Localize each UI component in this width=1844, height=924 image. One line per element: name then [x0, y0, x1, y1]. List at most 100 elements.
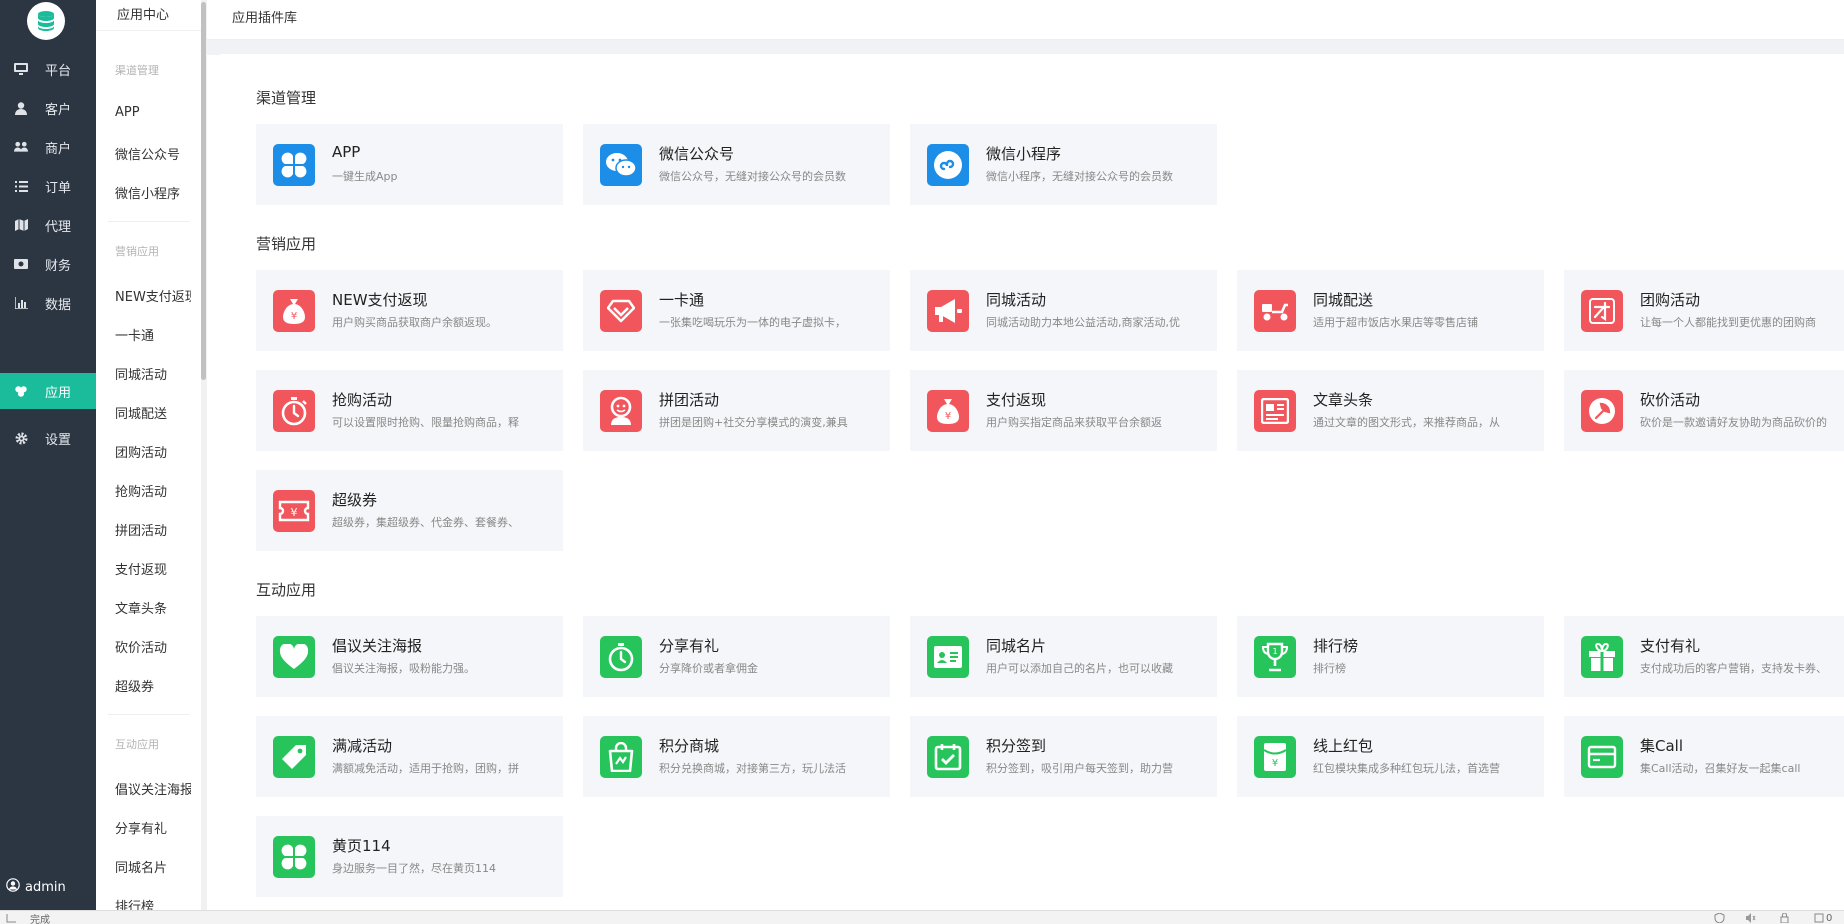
svg-text:¥: ¥	[291, 506, 298, 519]
flash-sale-card[interactable]: 抢购活动 可以设置限时抢购、限量抢购商品，释	[256, 370, 563, 451]
share-gift-card[interactable]: 分享有礼 分享降价或者拿佣金	[583, 616, 890, 697]
pay-gift-card[interactable]: 支付有礼 支付成功后的客户营销，支持发卡券、	[1564, 616, 1844, 697]
follow-poster-card[interactable]: 倡议关注海报 倡议关注海报，吸粉能力强。	[256, 616, 563, 697]
users-icon	[14, 140, 28, 154]
sub-item-new-pay-cashback[interactable]: NEW支付返现	[115, 286, 191, 305]
clover-icon	[273, 836, 315, 878]
divider	[108, 221, 189, 222]
nav-item-data[interactable]: 数据	[0, 285, 96, 321]
user-menu[interactable]: admin	[0, 872, 96, 902]
group-deal-card[interactable]: 拼团活动 拼团是团购+社交分享模式的演变,兼具	[583, 370, 890, 451]
sub-item-group-deal[interactable]: 拼团活动	[115, 520, 191, 539]
card-title: 倡议关注海报	[332, 637, 423, 655]
group-buy-card[interactable]: 团购活动 让每一个人都能找到更优惠的团购商	[1564, 270, 1844, 351]
yellow-pages-card[interactable]: 黄页114 身边服务一目了然，尽在黄页114	[256, 816, 563, 897]
card-desc: 倡议关注海报，吸粉能力强。	[332, 662, 475, 675]
sub-item-pay-cashback[interactable]: 支付返现	[115, 559, 191, 578]
sub-item-bargain[interactable]: 砍价活动	[115, 637, 191, 656]
card-desc: 通过文章的图文形式，来推荐商品，从	[1313, 416, 1500, 429]
sub-item-ranking[interactable]: 排行榜	[115, 896, 191, 910]
city-card-card[interactable]: 同城名片 用户可以添加自己的名片，也可以收藏	[910, 616, 1217, 697]
card-desc: 红包模块集成多种红包玩儿法，首选营	[1313, 762, 1500, 775]
sub-item-city-delivery[interactable]: 同城配送	[115, 403, 191, 422]
sub-item-group-buy[interactable]: 团购活动	[115, 442, 191, 461]
bargain-card[interactable]: 砍价活动 砍价是一款邀请好友协助为商品砍价的	[1564, 370, 1844, 451]
sub-nav-scroll-thumb[interactable]	[201, 2, 206, 380]
nav-item-agent[interactable]: 代理	[0, 207, 96, 243]
card-desc: 同城活动助力本地公益活动,商家活动,优	[986, 316, 1180, 329]
points-mall-card[interactable]: 积分商城 积分兑换商城，对接第三方，玩儿法活	[583, 716, 890, 797]
sub-nav-header[interactable]: 应用中心	[96, 0, 202, 31]
card-title: 满减活动	[332, 737, 393, 755]
shield-icon[interactable]	[1714, 912, 1725, 924]
city-event-card[interactable]: 同城活动 同城活动助力本地公益活动,商家活动,优	[910, 270, 1217, 351]
pay-cashback-card[interactable]: ¥ 支付返现 用户购买指定商品来获取平台余额返	[910, 370, 1217, 451]
svg-text:1: 1	[1272, 647, 1277, 656]
points-checkin-card[interactable]: 积分签到 积分签到，吸引用户每天签到，助力营	[910, 716, 1217, 797]
card-desc: 分享降价或者拿佣金	[659, 662, 758, 675]
nav-item-label: 设置	[45, 432, 72, 448]
logo[interactable]	[27, 2, 65, 40]
browser-status-bar: 完成 0	[0, 910, 1844, 924]
sub-item-app[interactable]: APP	[115, 105, 191, 120]
money-bag-icon: ¥	[927, 390, 969, 432]
nav-item-apps[interactable]: 应用	[0, 373, 96, 409]
card-title: NEW支付返现	[332, 291, 428, 309]
gear-icon	[14, 431, 28, 445]
nav-item-settings[interactable]: 设置	[0, 420, 96, 456]
sub-item-article-headline[interactable]: 文章头条	[115, 598, 191, 617]
nav-item-orders[interactable]: 订单	[0, 168, 96, 204]
nav-item-merchant[interactable]: 商户	[0, 129, 96, 165]
article-headline-card[interactable]: 文章头条 通过文章的图文形式，来推荐商品，从	[1237, 370, 1544, 451]
sub-item-city-card[interactable]: 同城名片	[115, 857, 191, 876]
content-background	[207, 40, 1844, 55]
collect-call-card[interactable]: 集Call 集Call活动，召集好友一起集call	[1564, 716, 1844, 797]
wechat-mini-card[interactable]: 微信小程序 微信小程序，无缝对接公众号的会员数	[910, 124, 1217, 205]
sub-item-wechat-mini[interactable]: 微信小程序	[115, 183, 191, 202]
card-title: 支付有礼	[1640, 637, 1701, 655]
app-card[interactable]: APP 一键生成App	[256, 124, 563, 205]
one-card-card[interactable]: 一卡通 一张集吃喝玩乐为一体的电子虚拟卡，	[583, 270, 890, 351]
mini-program-icon	[927, 144, 969, 186]
gift-icon	[1581, 636, 1623, 678]
stopwatch-icon	[273, 390, 315, 432]
sub-item-one-card[interactable]: 一卡通	[115, 325, 191, 344]
super-coupon-card[interactable]: ¥ 超级券 超级券，集超级券、代金券、套餐券、	[256, 470, 563, 551]
card-desc: 集Call活动，召集好友一起集call	[1640, 762, 1801, 775]
red-packet-card[interactable]: ¥ 线上红包 红包模块集成多种红包玩儿法，首选营	[1237, 716, 1544, 797]
wechat-official-card[interactable]: 微信公众号 微信公众号，无缝对接公众号的会员数	[583, 124, 890, 205]
card-desc: 超级券，集超级券、代金券、套餐券、	[332, 516, 519, 529]
section-title-channel: 渠道管理	[256, 89, 317, 107]
monitor-icon	[14, 62, 28, 76]
user-circle-icon	[6, 878, 20, 896]
card-title: 砍价活动	[1640, 391, 1701, 409]
card-desc: 让每一个人都能找到更优惠的团购商	[1640, 316, 1816, 329]
ranking-card[interactable]: 1 排行榜 排行榜	[1237, 616, 1544, 697]
city-delivery-card[interactable]: 同城配送 适用于超市饭店水果店等零售店铺	[1237, 270, 1544, 351]
tag-icon	[273, 736, 315, 778]
card-desc: 用户可以添加自己的名片，也可以收藏	[986, 662, 1173, 675]
sub-item-follow-poster[interactable]: 倡议关注海报	[115, 779, 191, 798]
zoom-indicator[interactable]: 0	[1814, 913, 1840, 924]
group-buy-icon	[1581, 290, 1623, 332]
svg-text:¥: ¥	[291, 311, 297, 322]
sub-item-share-gift[interactable]: 分享有礼	[115, 818, 191, 837]
coupon-icon: ¥	[273, 490, 315, 532]
nav-item-customer[interactable]: 客户	[0, 90, 96, 126]
scooter-icon	[1254, 290, 1296, 332]
sub-item-flash-sale[interactable]: 抢购活动	[115, 481, 191, 500]
full-reduction-card[interactable]: 满减活动 满额减免活动，适用于抢购，团购，拼	[256, 716, 563, 797]
card-desc: 积分签到，吸引用户每天签到，助力营	[986, 762, 1173, 775]
sub-item-city-event[interactable]: 同城活动	[115, 364, 191, 383]
card-desc: 微信公众号，无缝对接公众号的会员数	[659, 170, 846, 183]
svg-text:¥: ¥	[945, 411, 951, 422]
new-pay-cashback-card[interactable]: ¥ NEW支付返现 用户购买商品获取商户余额返现。	[256, 270, 563, 351]
speaker-icon[interactable]	[1745, 913, 1756, 923]
nav-item-platform[interactable]: 平台	[0, 51, 96, 87]
lock-icon[interactable]	[1779, 912, 1790, 924]
sub-item-wechat-official[interactable]: 微信公众号	[115, 144, 191, 163]
nav-item-finance[interactable]: 财务	[0, 246, 96, 282]
sub-item-super-coupon[interactable]: 超级券	[115, 676, 191, 695]
card-desc: 用户购买商品获取商户余额返现。	[332, 316, 497, 329]
article-icon	[1254, 390, 1296, 432]
